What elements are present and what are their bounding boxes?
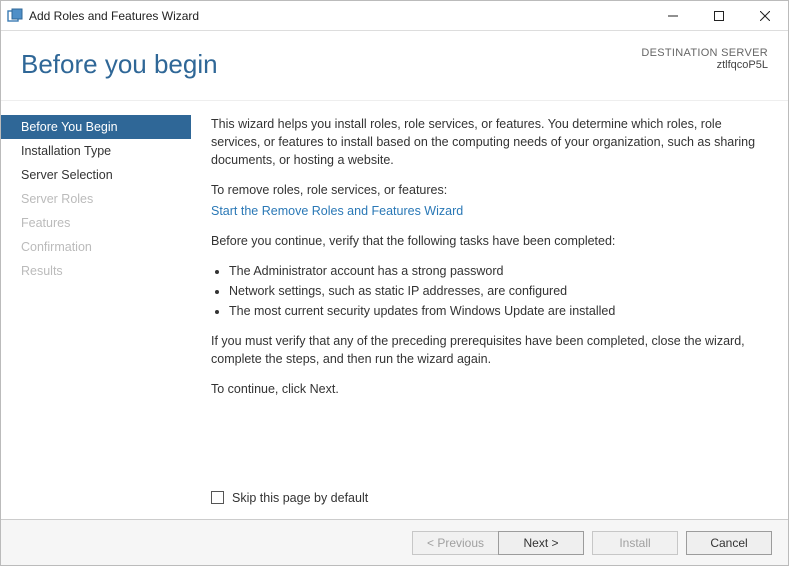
body: Before You Begin Installation Type Serve…	[1, 101, 788, 519]
titlebar: Add Roles and Features Wizard	[1, 1, 788, 31]
window-title: Add Roles and Features Wizard	[29, 9, 650, 23]
sidebar-item-server-roles: Server Roles	[1, 187, 191, 211]
skip-checkbox-label: Skip this page by default	[232, 489, 368, 507]
sidebar: Before You Begin Installation Type Serve…	[1, 101, 191, 519]
sidebar-item-label: Results	[21, 264, 63, 278]
prereq-item: Network settings, such as static IP addr…	[229, 282, 766, 300]
sidebar-item-label: Server Roles	[21, 192, 93, 206]
intro-text: This wizard helps you install roles, rol…	[211, 115, 766, 169]
minimize-button[interactable]	[650, 1, 696, 31]
sidebar-item-results: Results	[1, 259, 191, 283]
prereq-item: The most current security updates from W…	[229, 302, 766, 320]
skip-checkbox[interactable]	[211, 491, 224, 504]
content: This wizard helps you install roles, rol…	[191, 101, 788, 519]
header: Before you begin DESTINATION SERVER ztlf…	[1, 31, 788, 101]
next-button[interactable]: Next >	[498, 531, 584, 555]
destination-server: ztlfqcoP5L	[641, 59, 768, 71]
sidebar-item-before-you-begin[interactable]: Before You Begin	[1, 115, 191, 139]
close-button[interactable]	[742, 1, 788, 31]
sidebar-item-label: Installation Type	[21, 144, 111, 158]
cancel-button[interactable]: Cancel	[686, 531, 772, 555]
sidebar-item-label: Server Selection	[21, 168, 113, 182]
destination-label: DESTINATION SERVER	[641, 47, 768, 59]
footer: < Previous Next > Install Cancel	[1, 519, 788, 565]
sidebar-item-label: Before You Begin	[21, 120, 118, 134]
to-continue-text: To continue, click Next.	[211, 380, 766, 398]
skip-row: Skip this page by default	[211, 489, 368, 507]
sidebar-item-confirmation: Confirmation	[1, 235, 191, 259]
remove-label: To remove roles, role services, or featu…	[211, 181, 766, 199]
sidebar-item-server-selection[interactable]: Server Selection	[1, 163, 191, 187]
install-button: Install	[592, 531, 678, 555]
page-title: Before you begin	[21, 49, 218, 80]
sidebar-item-installation-type[interactable]: Installation Type	[1, 139, 191, 163]
nav-button-group: < Previous Next >	[412, 531, 584, 555]
previous-button: < Previous	[412, 531, 498, 555]
sidebar-item-label: Confirmation	[21, 240, 92, 254]
maximize-button[interactable]	[696, 1, 742, 31]
app-icon	[7, 8, 23, 24]
if-must-verify-text: If you must verify that any of the prece…	[211, 332, 766, 368]
prereq-list: The Administrator account has a strong p…	[211, 262, 766, 320]
prereq-item: The Administrator account has a strong p…	[229, 262, 766, 280]
verify-label: Before you continue, verify that the fol…	[211, 232, 766, 250]
sidebar-item-label: Features	[21, 216, 70, 230]
destination-block: DESTINATION SERVER ztlfqcoP5L	[641, 47, 768, 71]
remove-roles-link[interactable]: Start the Remove Roles and Features Wiza…	[211, 202, 766, 220]
sidebar-item-features: Features	[1, 211, 191, 235]
